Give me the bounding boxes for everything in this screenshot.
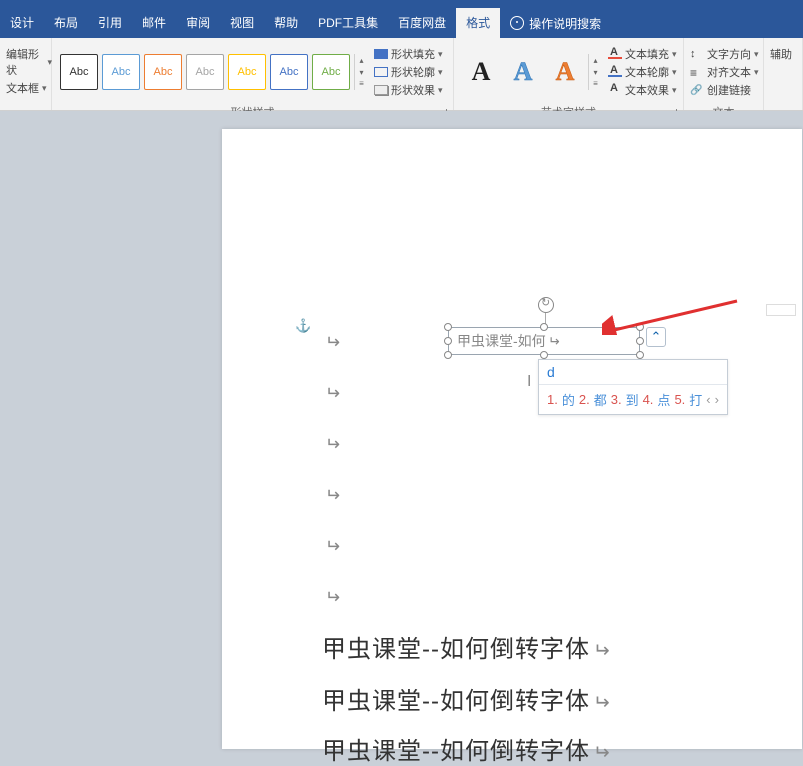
align-icon <box>690 66 704 78</box>
tab-design[interactable]: 设计 <box>0 8 44 38</box>
link-icon <box>690 84 704 96</box>
resize-handle-ml[interactable] <box>444 337 452 345</box>
shape-effects-button[interactable]: 形状效果▾ <box>374 82 445 98</box>
body-text-line-3: 甲虫课堂--如何倒转字体↵ <box>322 731 610 766</box>
resize-handle-tm[interactable] <box>540 323 548 331</box>
text-cursor-icon: I <box>527 373 531 391</box>
effects-icon <box>374 85 388 95</box>
paragraph-mark: ↵ <box>325 536 340 557</box>
insert-shapes-group: 编辑形状▾ 文本框▾ <box>0 38 52 110</box>
ime-prev-button[interactable]: ‹ <box>706 392 710 407</box>
accessibility-group: 辅助 <box>764 38 803 110</box>
paragraph-mark: ↵ <box>592 740 610 765</box>
ime-cand-num: 4. <box>643 392 654 407</box>
tab-review[interactable]: 审阅 <box>176 8 220 38</box>
ribbon-tabs: 设计 布局 引用 邮件 审阅 视图 帮助 PDF工具集 百度网盘 格式 操作说明… <box>0 8 803 38</box>
text-fill-button[interactable]: 文本填充▾ <box>608 46 677 62</box>
resize-handle-tl[interactable] <box>444 323 452 331</box>
resize-handle-bm[interactable] <box>540 351 548 359</box>
shape-style-5[interactable]: Abc <box>228 54 266 90</box>
shape-style-3[interactable]: Abc <box>144 54 182 90</box>
shape-styles-more[interactable]: ▴▾≡ <box>354 54 368 90</box>
text-effects-icon <box>608 85 622 95</box>
text-direction-icon <box>690 48 704 60</box>
text-effects-button[interactable]: 文本效果▾ <box>608 82 677 98</box>
paragraph-mark: ↵ <box>325 587 340 608</box>
resize-handle-mr[interactable] <box>636 337 644 345</box>
paragraph-mark: ↵ <box>325 485 340 506</box>
tab-help[interactable]: 帮助 <box>264 8 308 38</box>
tab-baidu[interactable]: 百度网盘 <box>388 8 456 38</box>
shape-styles-gallery[interactable]: Abc Abc Abc Abc Abc Abc Abc ▴▾≡ <box>56 54 372 90</box>
edit-shape-button[interactable]: 编辑形状▾ <box>6 46 52 78</box>
ime-cand-char[interactable]: 都 <box>594 390 607 409</box>
wordart-more[interactable]: ▴▾≡ <box>588 54 602 90</box>
wordart-styles-group: A A A ▴▾≡ 文本填充▾ 文本轮廓▾ 文本效果▾ 艺术字样式 <box>454 38 684 110</box>
layout-options-icon: ⌃ <box>651 329 662 345</box>
text-outline-icon <box>608 67 622 77</box>
text-group: 文字方向▾ 对齐文本▾ 创建链接 文本 <box>684 38 764 110</box>
ime-cand-num: 5. <box>674 392 685 407</box>
create-link-button[interactable]: 创建链接 <box>690 82 759 98</box>
tab-view[interactable]: 视图 <box>220 8 264 38</box>
text-direction-button[interactable]: 文字方向▾ <box>690 46 759 62</box>
wordart-gallery[interactable]: A A A ▴▾≡ <box>458 54 606 90</box>
layout-options-button[interactable]: ⌃ <box>646 327 666 347</box>
paragraph-mark: ↵ <box>325 434 340 455</box>
shape-style-1[interactable]: Abc <box>60 54 98 90</box>
align-text-button[interactable]: 对齐文本▾ <box>690 64 759 80</box>
tell-me-search[interactable]: 操作说明搜索 <box>500 15 611 32</box>
ime-candidates[interactable]: 1. 的 2. 都 3. 到 4.点 5. 打 ‹ › <box>539 385 727 414</box>
ime-cand-char[interactable]: 打 <box>689 390 702 409</box>
resize-handle-tr[interactable] <box>636 323 644 331</box>
ime-cand-num: 3. <box>611 392 622 407</box>
paragraph-mark: ↵ <box>325 383 340 404</box>
margin-indicator <box>766 304 796 316</box>
bucket-icon <box>374 49 388 59</box>
ime-input-text: d <box>539 360 727 385</box>
textbox-text: 甲虫课堂-如何 <box>457 331 546 351</box>
tab-references[interactable]: 引用 <box>88 8 132 38</box>
outline-icon <box>374 67 388 77</box>
shape-outline-button[interactable]: 形状轮廓▾ <box>374 64 445 80</box>
resize-handle-bl[interactable] <box>444 351 452 359</box>
shape-styles-group: Abc Abc Abc Abc Abc Abc Abc ▴▾≡ 形状填充▾ 形状… <box>52 38 454 110</box>
tell-me-label: 操作说明搜索 <box>529 15 601 32</box>
wordart-style-2[interactable]: A <box>504 54 542 90</box>
shape-style-6[interactable]: Abc <box>270 54 308 90</box>
rotate-handle[interactable] <box>538 297 554 313</box>
tab-layout[interactable]: 布局 <box>44 8 88 38</box>
anchor-icon: ⚓ <box>295 318 307 332</box>
paragraph-mark: ↵ <box>592 690 610 715</box>
text-box-button[interactable]: 文本框▾ <box>6 80 52 96</box>
tab-pdf[interactable]: PDF工具集 <box>308 8 388 38</box>
shape-fill-button[interactable]: 形状填充▾ <box>374 46 445 62</box>
body-text-line-1: 甲虫课堂--如何倒转字体↵ <box>322 629 610 664</box>
document-area: ⚓ ↵ ↵ ↵ ↵ ↵ ↵ 甲虫课堂-如何 ↵ ⌃ I d 1. 的 2. 都 3.… <box>0 111 803 649</box>
resize-handle-br[interactable] <box>636 351 644 359</box>
tab-format[interactable]: 格式 <box>456 8 500 38</box>
shape-style-2[interactable]: Abc <box>102 54 140 90</box>
ime-cand-char[interactable]: 点 <box>657 390 670 409</box>
paragraph-mark: ↵ <box>325 332 340 353</box>
shape-style-7[interactable]: Abc <box>312 54 350 90</box>
lightbulb-icon <box>510 16 524 30</box>
ime-cand-num: 2. <box>579 392 590 407</box>
text-fill-icon <box>608 49 622 59</box>
wordart-style-3[interactable]: A <box>546 54 584 90</box>
wordart-style-1[interactable]: A <box>462 54 500 90</box>
paragraph-mark: ↵ <box>592 638 610 663</box>
ribbon-body: 编辑形状▾ 文本框▾ Abc Abc Abc Abc Abc Abc Abc ▴… <box>0 38 803 111</box>
text-outline-button[interactable]: 文本轮廓▾ <box>608 64 677 80</box>
ime-cand-char[interactable]: 到 <box>626 390 639 409</box>
tab-mailings[interactable]: 邮件 <box>132 8 176 38</box>
paragraph-mark: ↵ <box>548 333 560 350</box>
ime-next-button[interactable]: › <box>715 392 719 407</box>
ime-candidate-bar[interactable]: d 1. 的 2. 都 3. 到 4.点 5. 打 ‹ › <box>538 359 728 415</box>
ime-cand-num: 1. <box>547 392 558 407</box>
shape-style-4[interactable]: Abc <box>186 54 224 90</box>
ime-cand-char[interactable]: 的 <box>562 390 575 409</box>
body-text-line-2: 甲虫课堂--如何倒转字体↵ <box>322 681 610 716</box>
accessibility-button[interactable]: 辅助 <box>768 41 798 67</box>
